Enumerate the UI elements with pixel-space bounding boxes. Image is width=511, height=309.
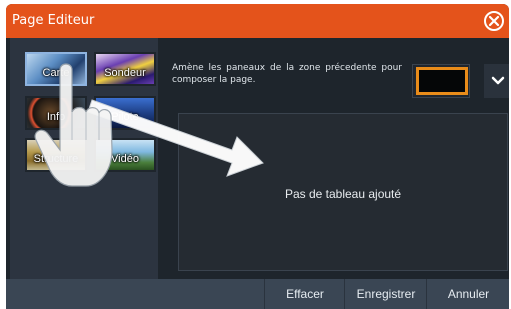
chevron-down-icon — [491, 76, 505, 85]
panel-tile-pilote[interactable]: Pilote — [94, 96, 156, 130]
panel-label: Structure — [33, 153, 79, 165]
layout-selected[interactable] — [416, 67, 468, 95]
panel-tile-info[interactable]: Info — [25, 96, 87, 130]
panel-label: Pilote — [111, 111, 139, 123]
clear-button[interactable]: Effacer — [264, 279, 345, 309]
panel-tile-video[interactable]: Vidéo — [94, 138, 156, 172]
page-drop-zone[interactable]: Pas de tableau ajouté — [178, 113, 508, 271]
close-icon[interactable] — [483, 10, 505, 32]
panel-label: Carte — [42, 67, 70, 79]
page-editor-dialog: Page Editeur Carte Sondeur Info Pilote S… — [6, 4, 509, 309]
panel-label: Info — [46, 111, 66, 123]
title-bar: Page Editeur — [6, 4, 509, 38]
instructions-text: Amène les paneaux de la zone précedente … — [172, 63, 402, 85]
empty-message: Pas de tableau ajouté — [284, 187, 402, 201]
footer-bar: Effacer Enregistrer Annuler — [6, 279, 509, 309]
cancel-button[interactable]: Annuler — [426, 279, 510, 309]
panel-label: Sondeur — [104, 67, 146, 79]
panel-tile-sondeur[interactable]: Sondeur — [94, 52, 156, 86]
save-button[interactable]: Enregistrer — [344, 279, 427, 309]
panel-tile-carte[interactable]: Carte — [25, 52, 87, 86]
panel-tile-structure[interactable]: Structure — [25, 138, 87, 172]
layout-dropdown-button[interactable] — [484, 64, 509, 98]
panel-palette: Carte Sondeur Info Pilote Structure Vidé… — [10, 38, 158, 283]
dialog-title: Page Editeur — [12, 13, 95, 28]
panel-label: Vidéo — [111, 153, 139, 165]
